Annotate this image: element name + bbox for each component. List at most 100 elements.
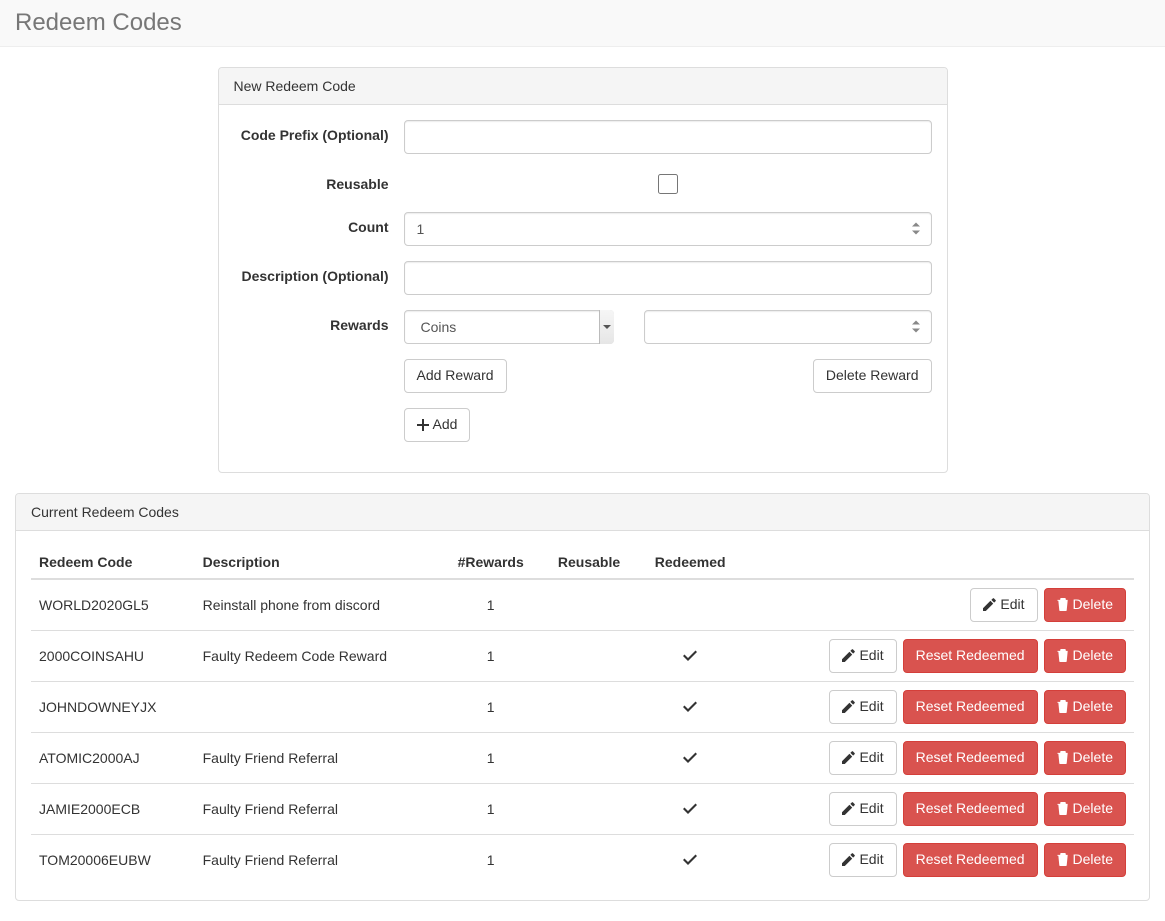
edit-button[interactable]: Edit bbox=[829, 639, 896, 673]
cell-rewards: 1 bbox=[440, 732, 541, 783]
reward-amount-input[interactable] bbox=[644, 310, 932, 344]
current-codes-heading: Current Redeem Codes bbox=[16, 494, 1149, 531]
rewards-label: Rewards bbox=[234, 310, 404, 442]
edit-button-label: Edit bbox=[859, 851, 883, 867]
col-rewards: #Rewards bbox=[440, 546, 541, 579]
cell-description: Faulty Redeem Code Reward bbox=[195, 630, 441, 681]
trash-icon bbox=[1057, 802, 1069, 815]
cell-rewards: 1 bbox=[440, 834, 541, 884]
current-codes-panel: Current Redeem Codes Redeem Code Descrip… bbox=[15, 493, 1150, 901]
codes-table: Redeem Code Description #Rewards Reusabl… bbox=[31, 546, 1134, 885]
cell-actions: Edit Reset RedeemedDelete bbox=[743, 834, 1134, 884]
check-icon bbox=[683, 700, 697, 712]
col-code: Redeem Code bbox=[31, 546, 195, 579]
reset-redeemed-button[interactable]: Reset Redeemed bbox=[903, 792, 1038, 826]
delete-button[interactable]: Delete bbox=[1044, 690, 1126, 724]
cell-reusable bbox=[541, 783, 637, 834]
add-button[interactable]: Add bbox=[404, 408, 471, 442]
cell-description: Faulty Friend Referral bbox=[195, 834, 441, 884]
trash-icon bbox=[1057, 751, 1069, 764]
check-icon bbox=[683, 649, 697, 661]
reset-redeemed-button[interactable]: Reset Redeemed bbox=[903, 843, 1038, 877]
cell-redeemed bbox=[637, 834, 743, 884]
delete-button-label: Delete bbox=[1073, 749, 1113, 765]
edit-button-label: Edit bbox=[859, 647, 883, 663]
add-reward-button[interactable]: Add Reward bbox=[404, 359, 507, 393]
col-actions bbox=[743, 546, 1134, 579]
cell-redeemed bbox=[637, 630, 743, 681]
cell-rewards: 1 bbox=[440, 783, 541, 834]
delete-button[interactable]: Delete bbox=[1044, 588, 1126, 622]
edit-button[interactable]: Edit bbox=[970, 588, 1037, 622]
cell-code: ATOMIC2000AJ bbox=[31, 732, 195, 783]
cell-description bbox=[195, 681, 441, 732]
reset-redeemed-button[interactable]: Reset Redeemed bbox=[903, 741, 1038, 775]
cell-actions: Edit Reset Redeemed Delete bbox=[743, 630, 1134, 681]
cell-reusable bbox=[541, 630, 637, 681]
table-row: ATOMIC2000AJFaulty Friend Referral1 Edit R… bbox=[31, 732, 1134, 783]
reward-type-select[interactable]: Coins bbox=[404, 310, 614, 344]
new-code-heading: New Redeem Code bbox=[219, 68, 947, 105]
reset-redeemed-button[interactable]: Reset Redeemed bbox=[903, 690, 1038, 724]
count-label: Count bbox=[234, 212, 404, 246]
pencil-square-icon bbox=[842, 649, 855, 662]
cell-code: TOM20006EUBW bbox=[31, 834, 195, 884]
cell-description: Faulty Friend Referral bbox=[195, 732, 441, 783]
cell-actions: Edit Reset Redeemed Delete bbox=[743, 681, 1134, 732]
reset-redeemed-button[interactable]: Reset Redeemed bbox=[903, 639, 1038, 673]
cell-redeemed bbox=[637, 681, 743, 732]
edit-button-label: Edit bbox=[859, 698, 883, 714]
reusable-label: Reusable bbox=[234, 169, 404, 197]
cell-code: WORLD2020GL5 bbox=[31, 579, 195, 630]
delete-button[interactable]: Delete bbox=[1044, 639, 1126, 673]
trash-icon bbox=[1057, 598, 1069, 611]
prefix-label: Code Prefix (Optional) bbox=[234, 120, 404, 154]
pencil-square-icon bbox=[842, 853, 855, 866]
prefix-input[interactable] bbox=[404, 120, 932, 154]
table-row: TOM20006EUBWFaulty Friend Referral1 Edit R… bbox=[31, 834, 1134, 884]
new-code-panel: New Redeem Code Code Prefix (Optional) R… bbox=[218, 67, 948, 473]
cell-redeemed bbox=[637, 732, 743, 783]
cell-description: Reinstall phone from discord bbox=[195, 579, 441, 630]
edit-button[interactable]: Edit bbox=[829, 741, 896, 775]
cell-code: 2000COINSAHU bbox=[31, 630, 195, 681]
description-label: Description (Optional) bbox=[234, 261, 404, 295]
delete-button[interactable]: Delete bbox=[1044, 741, 1126, 775]
page-header: Redeem Codes bbox=[0, 0, 1165, 47]
delete-button-label: Delete bbox=[1073, 698, 1113, 714]
delete-button[interactable]: Delete bbox=[1044, 843, 1126, 877]
trash-icon bbox=[1057, 700, 1069, 713]
count-input[interactable] bbox=[404, 212, 932, 246]
edit-button[interactable]: Edit bbox=[829, 843, 896, 877]
reusable-checkbox[interactable] bbox=[658, 174, 678, 194]
col-redeemed: Redeemed bbox=[637, 546, 743, 579]
cell-code: JOHNDOWNEYJX bbox=[31, 681, 195, 732]
description-input[interactable] bbox=[404, 261, 932, 295]
delete-button-label: Delete bbox=[1073, 647, 1113, 663]
check-icon bbox=[683, 853, 697, 865]
delete-button-label: Delete bbox=[1073, 596, 1113, 612]
table-row: JOHNDOWNEYJX1EditReset RedeemedDelete bbox=[31, 681, 1134, 732]
cell-rewards: 1 bbox=[440, 630, 541, 681]
edit-button-label: Edit bbox=[859, 749, 883, 765]
edit-button[interactable]: Edit bbox=[829, 690, 896, 724]
pencil-square-icon bbox=[842, 700, 855, 713]
cell-description: Faulty Friend Referral bbox=[195, 783, 441, 834]
trash-icon bbox=[1057, 853, 1069, 866]
cell-rewards: 1 bbox=[440, 579, 541, 630]
check-icon bbox=[683, 751, 697, 763]
table-row: JAMIE2000ECBFaulty Friend Referral1 EditR… bbox=[31, 783, 1134, 834]
cell-redeemed bbox=[637, 783, 743, 834]
cell-redeemed bbox=[637, 579, 743, 630]
cell-reusable bbox=[541, 681, 637, 732]
pencil-square-icon bbox=[842, 802, 855, 815]
delete-button-label: Delete bbox=[1073, 800, 1113, 816]
delete-button[interactable]: Delete bbox=[1044, 792, 1126, 826]
delete-reward-button[interactable]: Delete Reward bbox=[813, 359, 932, 393]
cell-reusable bbox=[541, 834, 637, 884]
edit-button[interactable]: Edit bbox=[829, 792, 896, 826]
table-row: WORLD2020GL5Reinstall phone from discord… bbox=[31, 579, 1134, 630]
cell-code: JAMIE2000ECB bbox=[31, 783, 195, 834]
page-title: Redeem Codes bbox=[15, 9, 1150, 37]
table-row: 2000COINSAHUFaulty Redeem Code Reward1 Ed… bbox=[31, 630, 1134, 681]
